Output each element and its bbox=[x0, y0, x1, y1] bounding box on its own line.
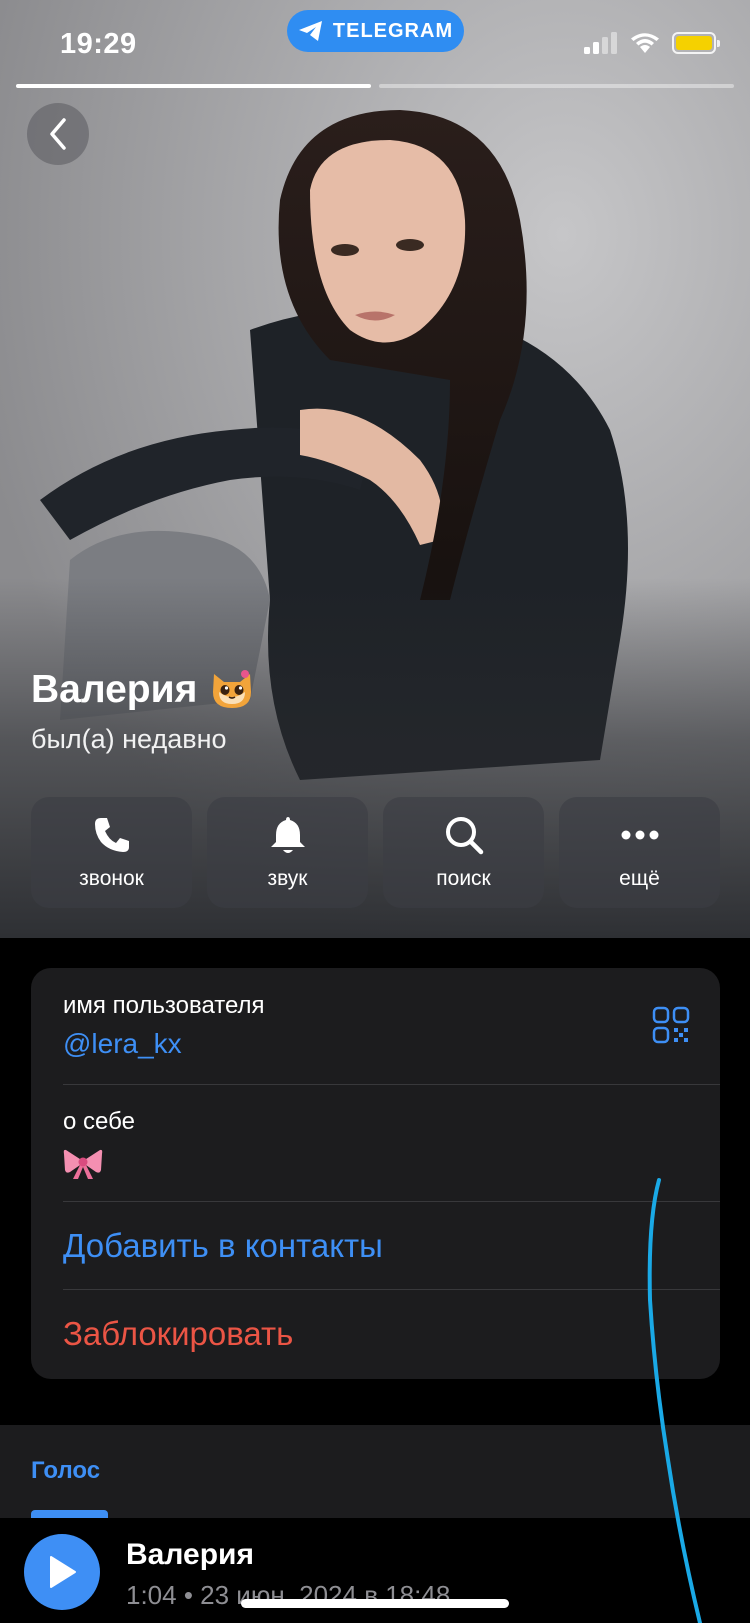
divider bbox=[63, 1084, 720, 1085]
more-icon bbox=[621, 830, 658, 839]
tab-voice[interactable]: Голос bbox=[31, 1457, 100, 1485]
profile-info-card: имя пользователя @lera_kx о себе Добавит… bbox=[31, 968, 720, 1379]
sound-button[interactable]: звук bbox=[207, 797, 368, 908]
cellular-signal-icon bbox=[584, 32, 617, 54]
more-button[interactable]: ещё bbox=[559, 797, 720, 908]
username-label: имя пользователя bbox=[63, 992, 265, 1019]
block-row[interactable]: Заблокировать bbox=[63, 1315, 720, 1353]
bio-label: о себе bbox=[63, 1108, 135, 1135]
bell-icon bbox=[270, 816, 305, 853]
search-icon bbox=[445, 816, 483, 854]
add-contact-row[interactable]: Добавить в контакты bbox=[63, 1227, 720, 1265]
status-indicators bbox=[584, 32, 720, 54]
block-link[interactable]: Заблокировать bbox=[63, 1315, 720, 1353]
play-button[interactable] bbox=[24, 1534, 100, 1610]
home-indicator[interactable] bbox=[241, 1599, 509, 1608]
more-button-label: ещё bbox=[619, 866, 660, 890]
username-row[interactable]: имя пользователя @lera_kx bbox=[63, 992, 720, 1060]
profile-actions: звонок звук поиск ещё bbox=[31, 797, 720, 908]
wifi-icon bbox=[631, 33, 659, 53]
play-icon bbox=[50, 1556, 76, 1588]
voice-sender-name: Валерия bbox=[126, 1538, 254, 1571]
back-button[interactable] bbox=[27, 103, 89, 165]
divider bbox=[63, 1289, 720, 1290]
chevron-left-icon bbox=[50, 118, 66, 150]
profile-photo-area[interactable]: 19:29 TELEGRAM Валерия был(а) недавно зв… bbox=[0, 0, 750, 938]
telegram-pill-label: TELEGRAM bbox=[332, 19, 454, 42]
call-button[interactable]: звонок bbox=[31, 797, 192, 908]
bio-row: о себе bbox=[63, 1108, 720, 1185]
last-seen-status: был(а) недавно bbox=[31, 724, 227, 754]
search-button[interactable]: поиск bbox=[383, 797, 544, 908]
telegram-return-pill[interactable]: TELEGRAM bbox=[287, 10, 464, 52]
battery-icon bbox=[672, 32, 720, 54]
status-time: 19:29 bbox=[60, 28, 137, 60]
tab-active-indicator bbox=[31, 1510, 108, 1518]
cat-emoji-status-icon[interactable] bbox=[209, 668, 255, 712]
call-button-label: звонок bbox=[79, 866, 144, 890]
qr-code-icon[interactable] bbox=[652, 1006, 690, 1044]
telegram-plane-icon bbox=[298, 21, 322, 41]
profile-name: Валерия bbox=[31, 668, 198, 711]
progress-segment bbox=[379, 84, 734, 88]
bow-emoji-icon bbox=[63, 1149, 103, 1179]
progress-segment-active bbox=[16, 84, 371, 88]
profile-name-row: Валерия bbox=[31, 668, 255, 712]
divider bbox=[63, 1201, 720, 1202]
phone-icon bbox=[94, 817, 129, 852]
username-value[interactable]: @lera_kx bbox=[63, 1028, 720, 1060]
add-contact-link[interactable]: Добавить в контакты bbox=[63, 1227, 720, 1265]
sound-button-label: звук bbox=[267, 866, 308, 890]
photo-progress-bar bbox=[16, 84, 734, 88]
search-button-label: поиск bbox=[436, 866, 491, 890]
